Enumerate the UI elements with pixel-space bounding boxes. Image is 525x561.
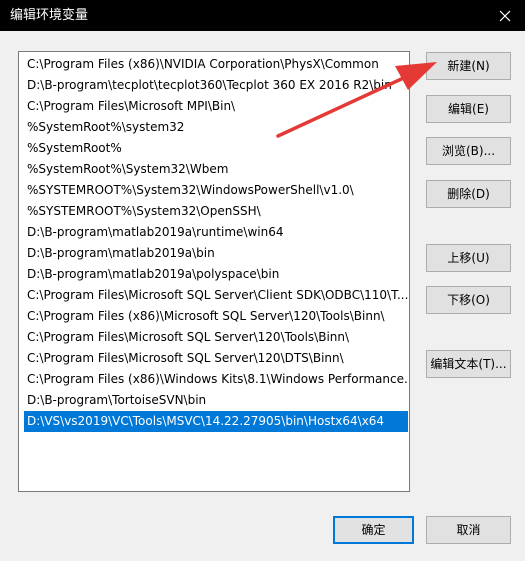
list-item[interactable]: C:\Program Files\Microsoft SQL Server\Cl… bbox=[24, 285, 408, 306]
move-down-button[interactable]: 下移(O) bbox=[426, 286, 511, 314]
list-item[interactable]: %SYSTEMROOT%\System32\OpenSSH\ bbox=[24, 201, 408, 222]
list-item[interactable]: C:\Program Files (x86)\NVIDIA Corporatio… bbox=[24, 54, 408, 75]
list-item[interactable]: %SystemRoot% bbox=[24, 138, 408, 159]
window-title: 编辑环境变量 bbox=[10, 8, 89, 23]
cancel-button[interactable]: 取消 bbox=[426, 516, 511, 544]
close-button[interactable] bbox=[485, 0, 525, 31]
new-button[interactable]: 新建(N) bbox=[426, 52, 511, 80]
list-item[interactable]: C:\Program Files\Microsoft SQL Server\12… bbox=[24, 348, 408, 369]
list-item[interactable]: C:\Program Files\Microsoft SQL Server\12… bbox=[24, 327, 408, 348]
title-bar: 编辑环境变量 bbox=[0, 0, 525, 31]
list-item[interactable]: C:\Program Files (x86)\Windows Kits\8.1\… bbox=[24, 369, 408, 390]
edit-env-var-dialog: 编辑环境变量 C:\Program Files (x86)\NVIDIA Cor… bbox=[0, 0, 525, 561]
list-item[interactable]: %SystemRoot%\system32 bbox=[24, 117, 408, 138]
list-item[interactable]: D:\B-program\TortoiseSVN\bin bbox=[24, 390, 408, 411]
list-item[interactable]: D:\B-program\tecplot\tecplot360\Tecplot … bbox=[24, 75, 408, 96]
list-item[interactable]: C:\Program Files (x86)\Microsoft SQL Ser… bbox=[24, 306, 408, 327]
list-item[interactable]: D:\VS\vs2019\VC\Tools\MSVC\14.22.27905\b… bbox=[24, 411, 408, 432]
browse-button[interactable]: 浏览(B)... bbox=[426, 137, 511, 165]
edit-text-button[interactable]: 编辑文本(T)... bbox=[426, 350, 511, 378]
list-item[interactable]: D:\B-program\matlab2019a\polyspace\bin bbox=[24, 264, 408, 285]
delete-button[interactable]: 删除(D) bbox=[426, 180, 511, 208]
list-item[interactable]: C:\Program Files\Microsoft MPI\Bin\ bbox=[24, 96, 408, 117]
list-item[interactable]: D:\B-program\matlab2019a\runtime\win64 bbox=[24, 222, 408, 243]
close-icon bbox=[499, 10, 511, 21]
ok-button[interactable]: 确定 bbox=[333, 516, 414, 544]
path-list[interactable]: C:\Program Files (x86)\NVIDIA Corporatio… bbox=[18, 51, 410, 492]
list-item[interactable]: %SYSTEMROOT%\System32\WindowsPowerShell\… bbox=[24, 180, 408, 201]
move-up-button[interactable]: 上移(U) bbox=[426, 244, 511, 272]
list-item[interactable]: %SystemRoot%\System32\Wbem bbox=[24, 159, 408, 180]
edit-button[interactable]: 编辑(E) bbox=[426, 95, 511, 123]
list-item[interactable]: D:\B-program\matlab2019a\bin bbox=[24, 243, 408, 264]
